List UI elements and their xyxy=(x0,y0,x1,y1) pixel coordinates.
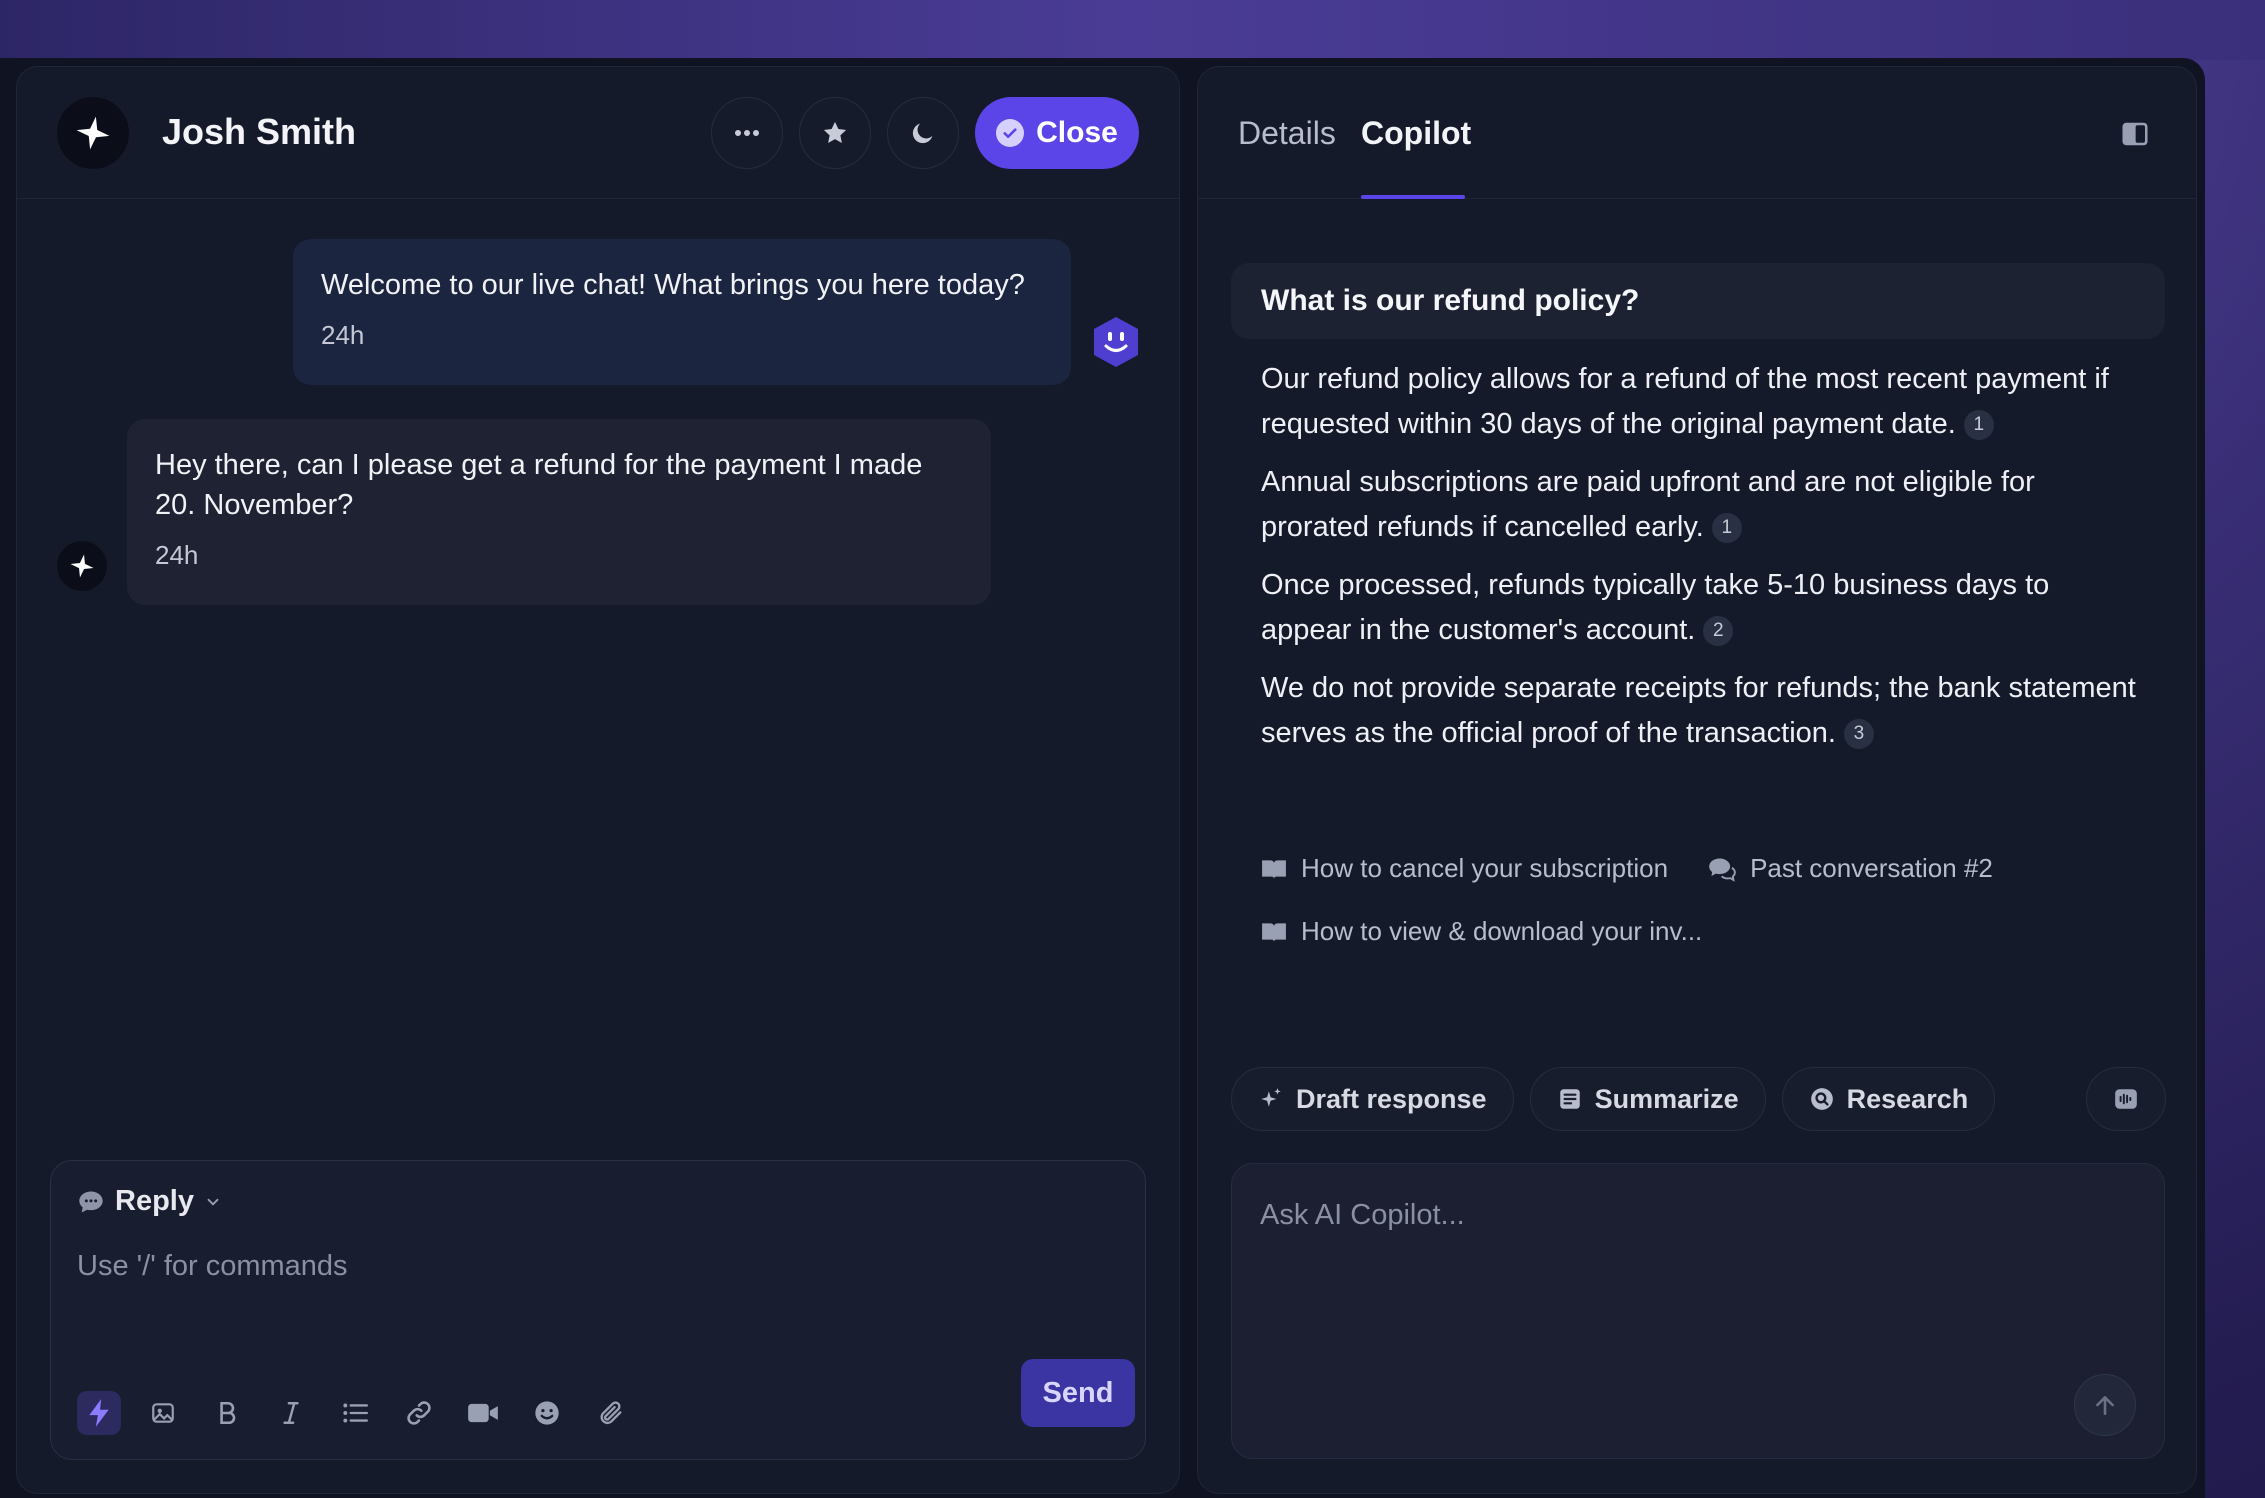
image-icon xyxy=(152,1403,174,1423)
chevron-down-icon xyxy=(207,1198,219,1206)
sparkle-icon xyxy=(1261,1088,1281,1107)
contact-avatar[interactable] xyxy=(57,97,129,169)
moon-icon xyxy=(912,123,933,144)
answer-text: We do not provide separate receipts for … xyxy=(1261,672,2136,749)
window-backdrop xyxy=(0,0,2265,60)
tab-copilot[interactable]: Copilot xyxy=(1361,115,1471,152)
toggle-sidebar-button[interactable] xyxy=(2120,119,2150,149)
answer-paragraph: Our refund policy allows for a refund of… xyxy=(1261,357,2141,447)
insert-link-button[interactable] xyxy=(397,1391,441,1435)
source-link[interactable]: How to view & download your inv... xyxy=(1261,916,1702,947)
action-label: Research xyxy=(1846,1083,1969,1114)
reply-mode-dropdown[interactable]: Reply xyxy=(77,1185,222,1218)
tab-details[interactable]: Details xyxy=(1238,115,1336,152)
star-icon xyxy=(823,121,847,144)
quick-actions-button[interactable] xyxy=(77,1391,121,1435)
source-link[interactable]: Past conversation #2 xyxy=(1708,853,1993,884)
lightning-icon xyxy=(89,1399,109,1427)
close-button-label: Close xyxy=(1036,116,1118,149)
close-conversation-button[interactable]: Close xyxy=(975,97,1139,169)
more-icon xyxy=(735,130,759,136)
emoji-icon xyxy=(535,1401,559,1425)
message-text: Hey there, can I please get a refund for… xyxy=(155,449,923,521)
summarize-button[interactable]: Summarize xyxy=(1529,1067,1766,1131)
chat-bubbles-icon xyxy=(1709,858,1736,882)
more-button[interactable] xyxy=(711,97,783,169)
bold-button[interactable] xyxy=(205,1391,249,1435)
citation-badge[interactable]: 1 xyxy=(1963,409,1994,440)
search-icon xyxy=(1810,1088,1833,1110)
book-icon xyxy=(1262,859,1286,879)
send-button[interactable]: Send xyxy=(1021,1359,1135,1427)
source-label: How to view & download your inv... xyxy=(1301,916,1703,946)
ask-copilot-input[interactable] xyxy=(1260,1190,2120,1240)
bot-avatar-icon xyxy=(1094,317,1138,367)
attach-file-button[interactable] xyxy=(589,1391,633,1435)
contact-avatar-small xyxy=(57,541,107,591)
answer-paragraph: Once processed, refunds typically take 5… xyxy=(1261,563,2141,653)
answer-text: Annual subscriptions are paid upfront an… xyxy=(1261,466,2035,543)
draft-response-button[interactable]: Draft response xyxy=(1231,1067,1514,1131)
citation-badge[interactable]: 2 xyxy=(1703,615,1734,646)
star-button[interactable] xyxy=(799,97,871,169)
sparkle-logo-icon xyxy=(76,116,110,150)
voice-input-button[interactable] xyxy=(2086,1067,2166,1131)
insert-image-button[interactable] xyxy=(141,1391,185,1435)
answer-paragraph: Annual subscriptions are paid upfront an… xyxy=(1261,460,2141,550)
message-incoming: Hey there, can I please get a refund for… xyxy=(127,419,991,605)
answer-paragraph: We do not provide separate receipts for … xyxy=(1261,666,2141,756)
bullet-list-button[interactable] xyxy=(333,1391,377,1435)
document-icon xyxy=(1559,1089,1580,1109)
list-icon xyxy=(343,1403,369,1423)
attachment-icon xyxy=(600,1401,622,1425)
sparkle-logo-icon xyxy=(70,554,94,578)
formatting-toolbar xyxy=(77,1391,633,1435)
ask-send-button[interactable] xyxy=(2074,1374,2136,1436)
copilot-header: Details Copilot xyxy=(1198,67,2196,199)
sidebar-panel-icon xyxy=(2122,122,2148,146)
message-time: 24h xyxy=(155,540,199,570)
snooze-button[interactable] xyxy=(887,97,959,169)
video-icon xyxy=(468,1403,498,1423)
contact-name: Josh Smith xyxy=(162,111,357,152)
copilot-answer: Our refund policy allows for a refund of… xyxy=(1261,357,2141,769)
copilot-question: What is our refund policy? xyxy=(1231,263,2165,339)
conversation-header: Josh Smith Close xyxy=(17,67,1179,199)
message-text: Welcome to our live chat! What brings yo… xyxy=(321,269,1025,301)
italic-button[interactable] xyxy=(269,1391,313,1435)
app-window: Josh Smith Close Welcome to our live cha… xyxy=(0,58,2205,1498)
reply-mode-label: Reply xyxy=(115,1185,194,1217)
message-outgoing: Welcome to our live chat! What brings yo… xyxy=(293,239,1071,385)
message-time: 24h xyxy=(321,320,365,350)
reply-input[interactable] xyxy=(77,1241,1077,1291)
active-tab-indicator xyxy=(1361,195,1465,199)
check-circle-icon xyxy=(996,119,1025,147)
audio-waveform-icon xyxy=(2115,1089,2137,1109)
research-button[interactable]: Research xyxy=(1781,1067,1996,1131)
source-label: How to cancel your subscription xyxy=(1301,853,1669,883)
arrow-up-icon xyxy=(2096,1396,2114,1415)
chat-bubble-icon xyxy=(79,1191,103,1212)
copilot-panel: Details Copilot What is our refund polic… xyxy=(1197,66,2197,1494)
source-label: Past conversation #2 xyxy=(1750,853,1993,883)
answer-text: Once processed, refunds typically take 5… xyxy=(1261,569,2050,646)
bold-icon xyxy=(220,1401,236,1425)
action-label: Draft response xyxy=(1296,1083,1487,1114)
citation-badge[interactable]: 1 xyxy=(1711,512,1742,543)
citation-badge[interactable]: 3 xyxy=(1843,718,1874,749)
copilot-actions: Draft response Summarize Research xyxy=(1231,1067,1996,1131)
italic-icon xyxy=(283,1402,299,1424)
video-call-button[interactable] xyxy=(461,1391,505,1435)
reply-composer: Reply Send xyxy=(50,1160,1146,1460)
answer-sources: How to cancel your subscription Past con… xyxy=(1261,853,2141,979)
action-label: Summarize xyxy=(1594,1083,1739,1114)
copilot-ask-box xyxy=(1231,1163,2165,1459)
emoji-button[interactable] xyxy=(525,1391,569,1435)
source-link[interactable]: How to cancel your subscription xyxy=(1261,853,1668,884)
book-icon xyxy=(1262,922,1286,942)
link-icon xyxy=(407,1401,431,1425)
conversation-panel: Josh Smith Close Welcome to our live cha… xyxy=(16,66,1180,1494)
